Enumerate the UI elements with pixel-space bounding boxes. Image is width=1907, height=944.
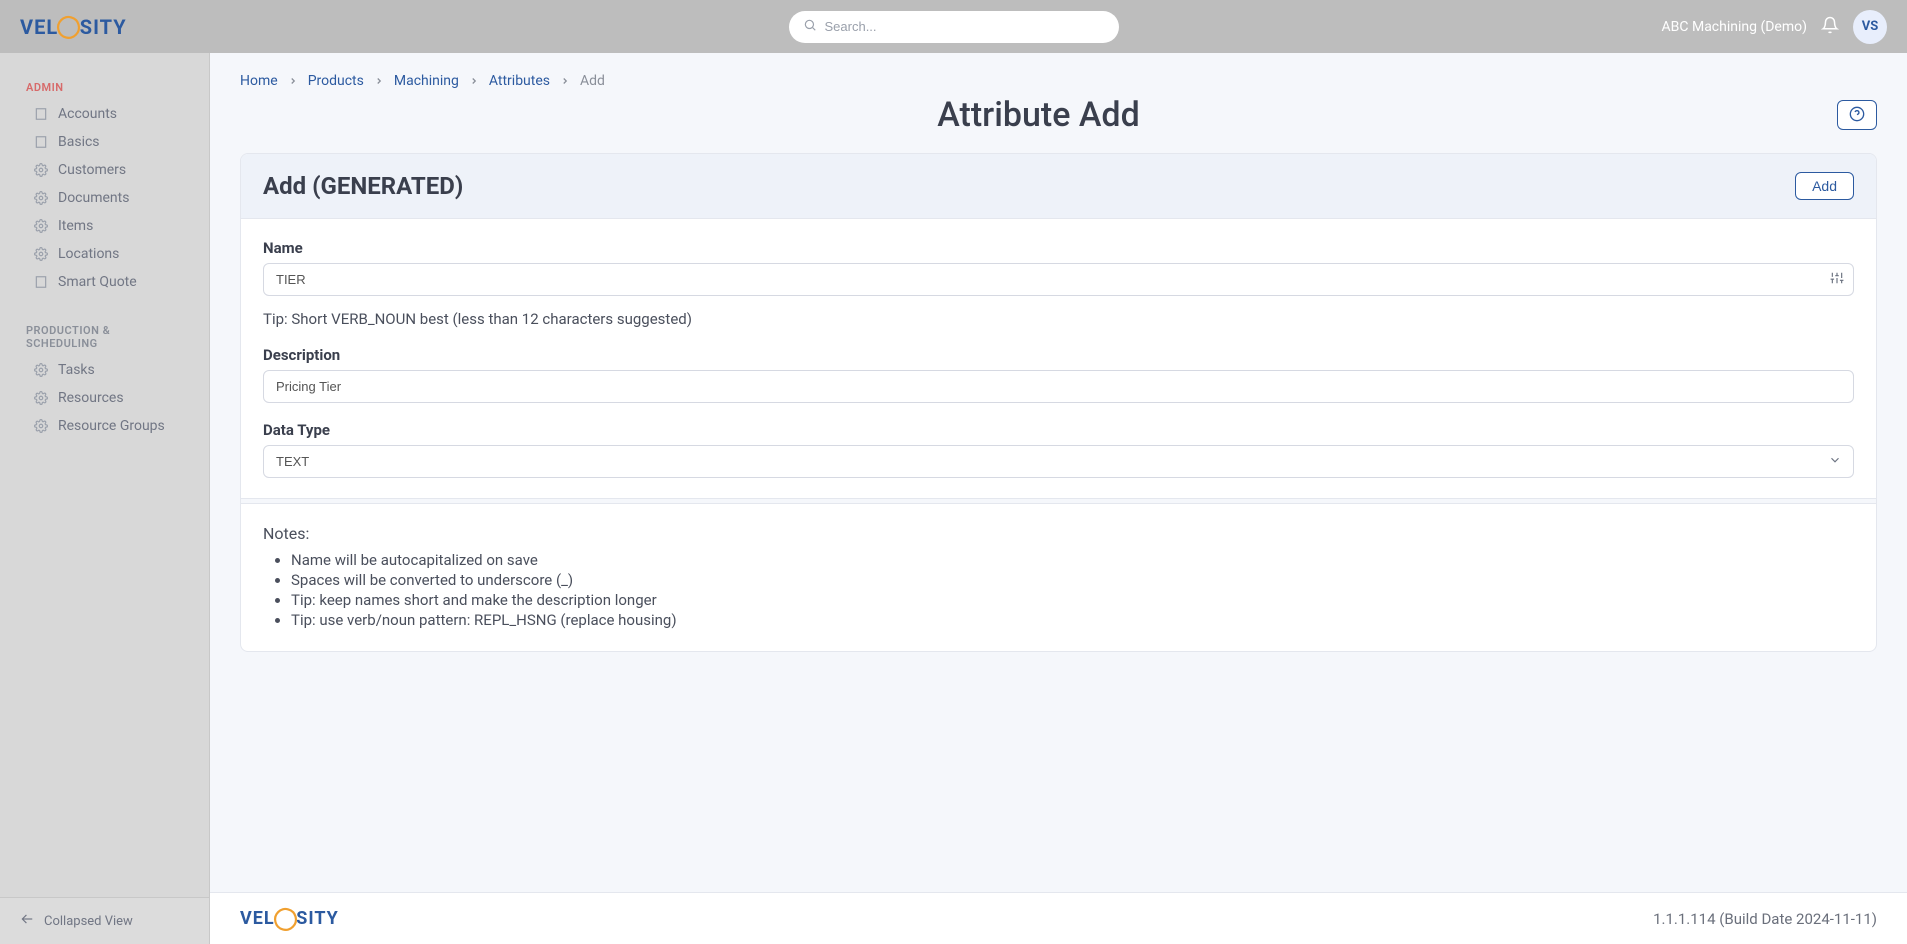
sidebar-item-label: Basics: [58, 134, 100, 150]
sidebar-section-label: PRODUCTION & SCHEDULING: [0, 318, 209, 356]
description-label: Description: [263, 346, 1854, 364]
breadcrumb-link[interactable]: Attributes: [489, 73, 550, 89]
sliders-icon[interactable]: [1830, 271, 1844, 289]
data-type-select[interactable]: TEXT: [263, 445, 1854, 478]
avatar-initials: VS: [1862, 19, 1879, 34]
chevron-right-icon: [374, 76, 384, 86]
notes-heading: Notes:: [263, 524, 1854, 543]
sidebar-item-label: Tasks: [58, 362, 95, 378]
name-tip: Tip: Short VERB_NOUN best (less than 12 …: [263, 310, 1854, 328]
account-label[interactable]: ABC Machining (Demo): [1662, 19, 1807, 35]
brand-right: SITY: [296, 908, 339, 929]
form-card: Add (GENERATED) Add Name Tip: Short VERB…: [240, 153, 1877, 652]
chevron-right-icon: [560, 76, 570, 86]
breadcrumb-current: Add: [580, 73, 605, 89]
sidebar-section-label: ADMIN: [0, 75, 209, 100]
form-section: Name Tip: Short VERB_NOUN best (less tha…: [241, 219, 1876, 498]
gear-icon: [34, 191, 48, 205]
search-wrap: [789, 11, 1119, 43]
topbar: VEL ◯ SITY ABC Machining (Demo) VS: [0, 0, 1907, 53]
avatar[interactable]: VS: [1853, 10, 1887, 44]
page-title-row: Attribute Add: [240, 95, 1877, 135]
sidebar-item-label: Resources: [58, 390, 124, 406]
brand-left: VEL: [240, 908, 275, 929]
gear-icon: [34, 219, 48, 233]
topbar-right: ABC Machining (Demo) VS: [1662, 10, 1887, 44]
brand-right: SITY: [80, 15, 127, 39]
gear-icon: [34, 391, 48, 405]
notes-list: Name will be autocapitalized on save Spac…: [263, 551, 1854, 629]
footer: VEL ◯ SITY 1.1.1.114 (Build Date 2024-11…: [210, 892, 1907, 944]
collapse-label: Collapsed View: [44, 914, 133, 929]
description-input[interactable]: [263, 370, 1854, 403]
data-type-label: Data Type: [263, 421, 1854, 439]
sidebar-item[interactable]: Tasks: [0, 356, 209, 384]
chevron-right-icon: [288, 76, 298, 86]
sidebar-item[interactable]: Resources: [0, 384, 209, 412]
sidebar-item-label: Accounts: [58, 106, 117, 122]
sidebar-item[interactable]: Documents: [0, 184, 209, 212]
building-icon: [34, 275, 48, 289]
sidebar-item[interactable]: Items: [0, 212, 209, 240]
building-icon: [34, 135, 48, 149]
search-box[interactable]: [789, 11, 1119, 43]
brand-orbit-icon: ◯: [270, 903, 301, 934]
gear-icon: [34, 247, 48, 261]
gear-icon: [34, 163, 48, 177]
building-icon: [34, 107, 48, 121]
gear-icon: [34, 363, 48, 377]
search-input[interactable]: [825, 19, 1105, 34]
sidebar: ADMIN Accounts Basics Customers Documents Ite…: [0, 53, 210, 944]
chevron-right-icon: [469, 76, 479, 86]
brand-logo[interactable]: VEL ◯ SITY: [20, 14, 127, 39]
sidebar-item[interactable]: Basics: [0, 128, 209, 156]
name-input[interactable]: [263, 263, 1854, 296]
notes-item: Spaces will be converted to underscore (…: [291, 571, 1854, 589]
sidebar-item[interactable]: Resource Groups: [0, 412, 209, 440]
notes-section: Notes: Name will be autocapitalized on s…: [241, 504, 1876, 651]
sidebar-item-label: Documents: [58, 190, 129, 206]
search-icon: [803, 18, 817, 36]
collapse-icon: [20, 912, 34, 930]
collapse-sidebar-button[interactable]: Collapsed View: [0, 897, 209, 944]
gear-icon: [34, 419, 48, 433]
sidebar-item-label: Smart Quote: [58, 274, 137, 290]
footer-logo: VEL ◯ SITY: [240, 906, 339, 931]
help-button[interactable]: [1837, 100, 1877, 130]
notes-item: Name will be autocapitalized on save: [291, 551, 1854, 569]
name-label: Name: [263, 239, 1854, 257]
sidebar-item[interactable]: Accounts: [0, 100, 209, 128]
sidebar-item-label: Customers: [58, 162, 126, 178]
bell-icon[interactable]: [1821, 16, 1839, 38]
breadcrumb: Home Products Machining Attributes Add: [240, 73, 1877, 89]
sidebar-item[interactable]: Locations: [0, 240, 209, 268]
sidebar-item[interactable]: Smart Quote: [0, 268, 209, 296]
card-title: Add (GENERATED): [263, 172, 463, 200]
breadcrumb-link[interactable]: Machining: [394, 73, 459, 89]
page-title: Attribute Add: [240, 95, 1837, 135]
footer-version: 1.1.1.114 (Build Date 2024-11-11): [1653, 910, 1877, 928]
sidebar-item-label: Items: [58, 218, 93, 234]
add-button[interactable]: Add: [1795, 172, 1854, 200]
breadcrumb-link[interactable]: Products: [308, 73, 364, 89]
notes-item: Tip: keep names short and make the descr…: [291, 591, 1854, 609]
notes-item: Tip: use verb/noun pattern: REPL_HSNG (r…: [291, 611, 1854, 629]
sidebar-item[interactable]: Customers: [0, 156, 209, 184]
help-icon: [1849, 106, 1865, 125]
main: Home Products Machining Attributes Add Attri…: [210, 53, 1907, 944]
sidebar-item-label: Resource Groups: [58, 418, 165, 434]
breadcrumb-link[interactable]: Home: [240, 73, 278, 89]
card-header: Add (GENERATED) Add: [241, 154, 1876, 219]
sidebar-item-label: Locations: [58, 246, 119, 262]
